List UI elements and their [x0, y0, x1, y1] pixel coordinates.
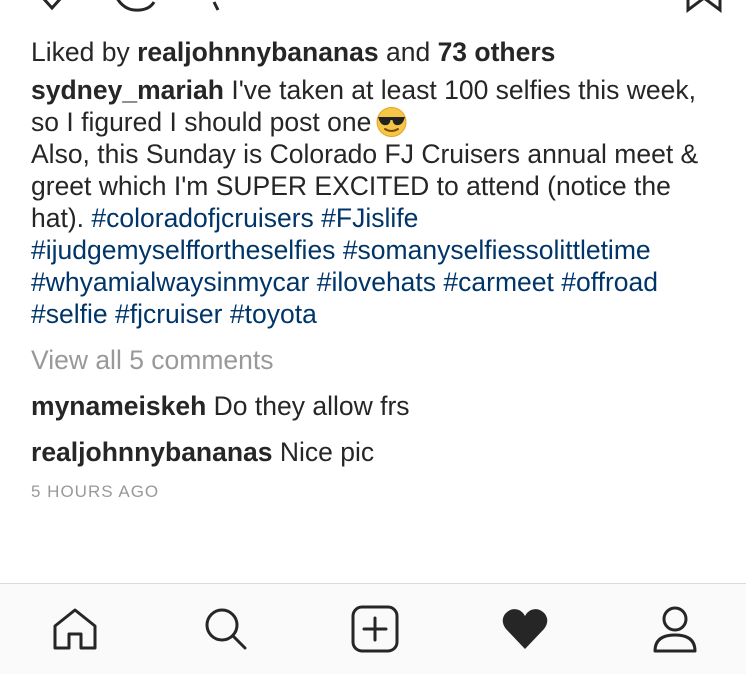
- hashtag-link[interactable]: #ijudgemyselffortheselfies: [31, 235, 335, 265]
- view-all-comments-link[interactable]: View all 5 comments: [31, 344, 721, 376]
- share-icon[interactable]: [204, 0, 224, 14]
- search-icon: [205, 608, 247, 650]
- hashtag-link[interactable]: #selfie: [31, 299, 108, 329]
- comment-author-link[interactable]: realjohnnybananas: [31, 437, 273, 467]
- post-action-bar: [0, 0, 746, 20]
- comment-icon[interactable]: [110, 0, 156, 14]
- hashtag-link[interactable]: #FJislife: [321, 203, 418, 233]
- likes-summary[interactable]: Liked by realjohnnybananas and 73 others: [31, 36, 721, 74]
- likes-conjunction: and: [385, 37, 431, 67]
- caption-author-link[interactable]: sydney_mariah: [31, 75, 224, 105]
- tab-search[interactable]: [200, 604, 250, 654]
- heart-icon: [502, 609, 548, 649]
- comment-text: Do they allow frs: [213, 391, 410, 421]
- post-caption: sydney_mariah I've taken at least 100 se…: [31, 74, 721, 330]
- post-timestamp: 5 HOURS AGO: [31, 482, 160, 501]
- tab-profile[interactable]: [650, 604, 700, 654]
- sunglasses-emoji-icon: [376, 107, 407, 137]
- add-post-icon: [351, 605, 399, 653]
- home-icon: [53, 608, 97, 650]
- bottom-tab-bar: [0, 583, 746, 674]
- hashtag-link[interactable]: #offroad: [561, 267, 658, 297]
- comment-author-link[interactable]: mynameiskeh: [31, 391, 206, 421]
- hashtag-link[interactable]: #ilovehats: [317, 267, 436, 297]
- comment-2: realjohnnybananas Nice pic: [31, 436, 721, 468]
- tab-activity[interactable]: [500, 604, 550, 654]
- likes-others-link[interactable]: 73 others: [438, 37, 556, 67]
- hashtag-link[interactable]: #whyamialwaysinmycar: [31, 267, 309, 297]
- likes-prefix: Liked by: [31, 37, 130, 67]
- tab-home[interactable]: [50, 604, 100, 654]
- hashtag-list: #coloradofjcruisers #FJislife #ijudgemys…: [31, 203, 658, 329]
- profile-icon: [653, 606, 697, 653]
- tab-new-post[interactable]: [350, 604, 400, 654]
- post-details: Liked by realjohnnybananas and 73 others…: [31, 36, 721, 502]
- hashtag-link[interactable]: #fjcruiser: [115, 299, 223, 329]
- hashtag-link[interactable]: #toyota: [230, 299, 317, 329]
- hashtag-link[interactable]: #somanyselfiessolittletime: [343, 235, 651, 265]
- hashtag-link[interactable]: #coloradofjcruisers: [91, 203, 313, 233]
- comment-text: Nice pic: [279, 437, 375, 467]
- liked-by-user-link[interactable]: realjohnnybananas: [137, 37, 379, 67]
- comment-1: mynameiskeh Do they allow frs: [31, 390, 721, 422]
- hashtag-link[interactable]: #carmeet: [443, 267, 553, 297]
- bookmark-icon[interactable]: [684, 0, 724, 14]
- like-icon[interactable]: [32, 0, 72, 14]
